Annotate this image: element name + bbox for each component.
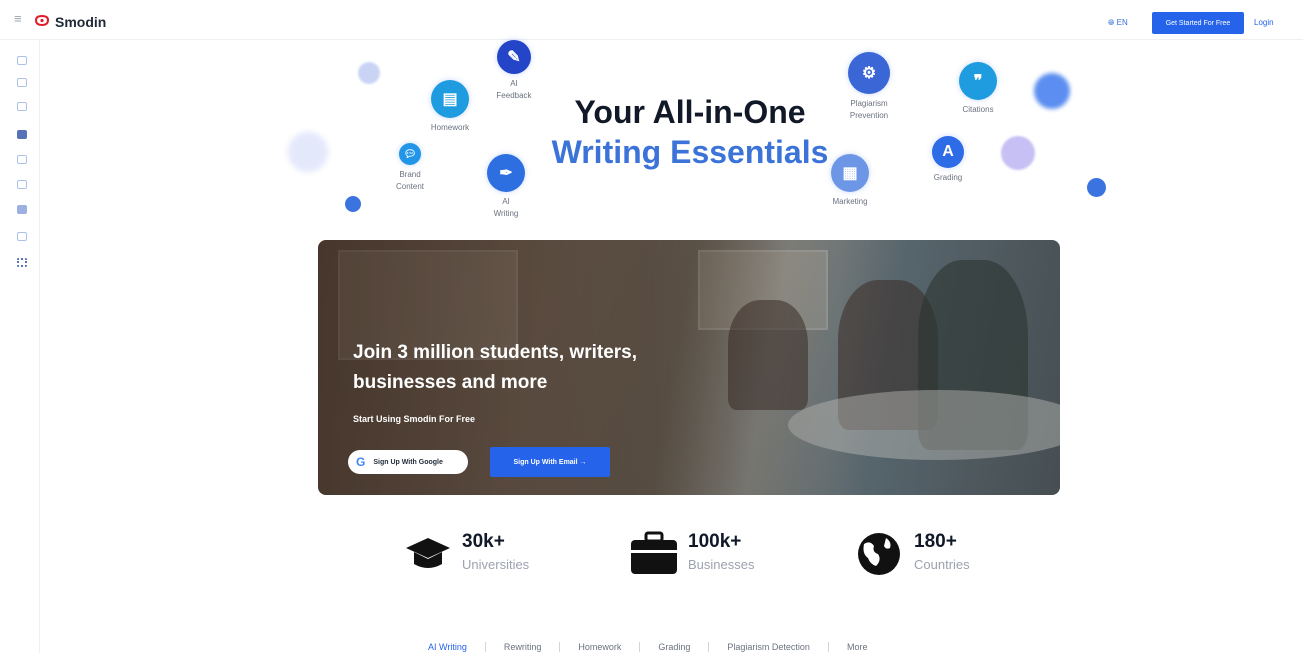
lightbulb-icon: ✎︎ bbox=[497, 40, 531, 74]
feature-label: Homework bbox=[430, 123, 470, 132]
decorative-bubble bbox=[345, 196, 361, 212]
list-icon[interactable] bbox=[17, 232, 27, 241]
get-started-button[interactable]: Get Started For Free bbox=[1152, 12, 1244, 34]
stat-value: 30k+ bbox=[462, 531, 505, 552]
banner-subline: Start Using Smodin For Free bbox=[353, 414, 476, 424]
stat-universities: 30k+ Universities bbox=[404, 530, 529, 576]
language-label: EN bbox=[1116, 18, 1128, 27]
stat-caption: Universities bbox=[462, 557, 530, 572]
google-button-label: Sign Up With Google bbox=[373, 458, 443, 466]
top-navigation-bar: ≡ Smodin 🌐︎ EN Get Started For Free Logi… bbox=[0, 0, 1303, 40]
banner-headline: Join 3 million students, writers, busine… bbox=[353, 342, 637, 393]
tab-more[interactable]: More bbox=[829, 642, 886, 652]
decorative-bubble bbox=[358, 62, 380, 84]
hamburger-menu-icon[interactable]: ≡ bbox=[14, 12, 26, 25]
decorative-bubble bbox=[1001, 136, 1035, 170]
decorative-bubble bbox=[288, 132, 328, 172]
tab-plagiarism-detection[interactable]: Plagiarism Detection bbox=[709, 642, 828, 652]
feature-label: AI Writing bbox=[493, 197, 519, 218]
tab-grading[interactable]: Grading bbox=[640, 642, 708, 652]
message-icon[interactable] bbox=[17, 130, 27, 139]
document-icon[interactable] bbox=[17, 78, 27, 87]
chat-bubble-icon: 💬︎ bbox=[399, 143, 421, 165]
feature-label: Brand Content bbox=[395, 170, 425, 191]
hero-banner: Join 3 million students, writers, busine… bbox=[318, 240, 1060, 495]
chat-icon[interactable] bbox=[17, 56, 27, 65]
comment-icon[interactable] bbox=[17, 205, 27, 214]
stat-value: 100k+ bbox=[688, 531, 742, 552]
stat-countries: 180+ Countries bbox=[856, 530, 970, 576]
globe-icon bbox=[858, 533, 900, 575]
sign-up-email-button[interactable]: Sign Up With Email → bbox=[490, 447, 610, 477]
feature-brand-content[interactable]: 💬︎ Brand Content bbox=[386, 143, 434, 193]
brain-icon: ⚙︎ bbox=[848, 52, 890, 94]
briefcase-icon bbox=[631, 531, 677, 574]
feature-homework[interactable]: ▤ Homework bbox=[422, 80, 478, 134]
login-link[interactable]: Login bbox=[1254, 18, 1274, 27]
hero-title-line1: Your All-in-One bbox=[574, 94, 806, 130]
edit-icon[interactable] bbox=[17, 102, 27, 111]
feedback-icon[interactable] bbox=[17, 155, 27, 164]
stat-businesses: 100k+ Businesses bbox=[630, 530, 754, 576]
decorative-bubble bbox=[1087, 178, 1106, 197]
feature-citations[interactable]: ❞ Citations bbox=[950, 62, 1006, 116]
feature-label: Citations bbox=[962, 105, 994, 114]
sign-up-google-button[interactable]: G Sign Up With Google bbox=[348, 450, 468, 474]
decorative-bubble bbox=[1034, 73, 1070, 109]
feature-label: Grading bbox=[933, 173, 963, 182]
tab-homework[interactable]: Homework bbox=[560, 642, 639, 652]
hero-title-line2: Writing Essentials bbox=[551, 134, 829, 170]
smodin-logo-icon[interactable] bbox=[35, 15, 49, 26]
feature-grading[interactable]: A Grading bbox=[926, 136, 970, 184]
book-icon: ▤ bbox=[431, 80, 469, 118]
quote-icon: ❞ bbox=[959, 62, 997, 100]
graduation-cap-icon bbox=[406, 538, 450, 568]
tab-rewriting[interactable]: Rewriting bbox=[486, 642, 560, 652]
stat-caption: Businesses bbox=[688, 557, 755, 572]
app-name[interactable]: Smodin bbox=[55, 14, 106, 30]
feature-tabs: AI Writing Rewriting Homework Grading Pl… bbox=[410, 640, 885, 654]
feature-label: Marketing bbox=[832, 197, 868, 206]
globe-small-icon: 🌐︎ bbox=[1108, 18, 1115, 27]
stat-caption: Countries bbox=[914, 557, 970, 572]
google-icon: G bbox=[356, 455, 366, 469]
stat-value: 180+ bbox=[914, 531, 957, 552]
left-sidebar bbox=[0, 40, 40, 653]
grid-icon[interactable] bbox=[17, 258, 27, 267]
grade-icon: A bbox=[932, 136, 964, 168]
text-icon[interactable] bbox=[17, 180, 27, 189]
tab-ai-writing[interactable]: AI Writing bbox=[410, 642, 485, 652]
language-selector[interactable]: 🌐︎ EN bbox=[1108, 18, 1128, 28]
hero-title: Your All-in-One Writing Essentials bbox=[520, 92, 860, 172]
